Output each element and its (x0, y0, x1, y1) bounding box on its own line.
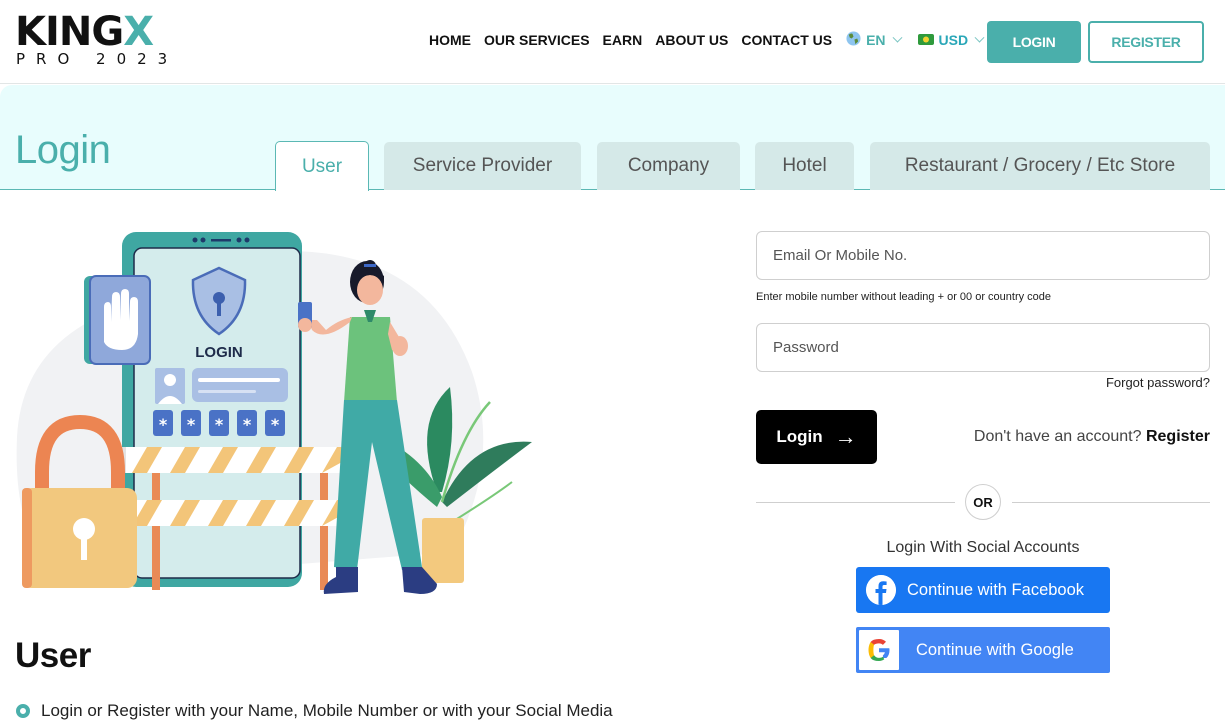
logo-tagline: PRO 2023 (16, 50, 179, 68)
svg-text:*: * (187, 415, 196, 434)
google-icon (859, 630, 899, 670)
svg-text:*: * (271, 415, 280, 434)
tab-hotel[interactable]: Hotel (755, 142, 854, 190)
logo-name: KING (15, 9, 124, 55)
tab-user[interactable]: User (275, 141, 369, 191)
social-login-title: Login With Social Accounts (886, 539, 1080, 556)
nav-our-services[interactable]: OUR SERVICES (484, 32, 590, 48)
forgot-password-link[interactable]: Forgot password? (1106, 375, 1210, 390)
svg-text:*: * (243, 415, 252, 434)
login-button-label: Login (776, 427, 823, 446)
logo-accent: X (123, 9, 154, 55)
google-login-button[interactable]: Continue with Google (856, 627, 1110, 673)
info-bullet: Login or Register with your Name, Mobile… (16, 701, 613, 721)
stop-hand-card (84, 275, 151, 365)
google-login-label: Continue with Google (916, 640, 1074, 659)
language-selector[interactable]: EN (846, 31, 902, 49)
tab-restaurant-grocery-store[interactable]: Restaurant / Grocery / Etc Store (870, 142, 1210, 190)
cash-icon (917, 32, 934, 48)
info-bullet-text: Login or Register with your Name, Mobile… (41, 701, 613, 720)
nav-about-us[interactable]: ABOUT US (655, 32, 728, 48)
user-section-title: User (15, 636, 91, 675)
no-account-prompt: Don't have an account? Register (974, 428, 1210, 446)
bullet-circle-icon (16, 704, 30, 718)
svg-text:*: * (159, 415, 168, 434)
globe-icon (846, 31, 861, 49)
email-hint: Enter mobile number without leading + or… (756, 291, 1052, 303)
arrow-right-icon: → (834, 424, 857, 449)
language-value: EN (866, 32, 886, 48)
chevron-down-icon (974, 32, 985, 43)
login-button[interactable]: Login → (756, 410, 877, 464)
facebook-icon (866, 575, 896, 605)
no-account-text: Don't have an account? (973, 428, 1142, 445)
divider-left (756, 502, 955, 503)
email-or-mobile-input[interactable] (756, 231, 1210, 280)
nav-home[interactable]: HOME (429, 32, 471, 48)
facebook-login-button[interactable]: Continue with Facebook (856, 567, 1110, 613)
header-login-button[interactable]: LOGIN (987, 21, 1081, 63)
facebook-login-label: Continue with Facebook (907, 580, 1085, 599)
screen-login-label: LOGIN (195, 344, 243, 361)
nav-contact-us[interactable]: CONTACT US (741, 32, 832, 48)
chevron-down-icon (892, 32, 902, 43)
tab-service-provider[interactable]: Service Provider (384, 142, 581, 190)
currency-value: USD (938, 32, 969, 48)
register-link[interactable]: Register (1146, 428, 1210, 445)
logo[interactable]: KINGX PRO 2023 (15, 12, 179, 68)
password-mask-boxes: * * * * * (153, 410, 285, 436)
svg-text:*: * (215, 415, 224, 434)
header-register-button[interactable]: REGISTER (1088, 21, 1204, 63)
nav-earn[interactable]: EARN (603, 32, 643, 48)
currency-selector[interactable]: USD (917, 32, 985, 48)
site-header: KINGX PRO 2023 HOME OUR SERVICES EARN AB… (0, 0, 1225, 84)
main-nav: HOME OUR SERVICES EARN ABOUT US CONTACT … (429, 31, 999, 49)
page-title: Login (15, 128, 111, 172)
password-input[interactable] (756, 323, 1210, 372)
tab-company[interactable]: Company (597, 142, 740, 190)
login-illustration: LOGIN * * * * * (12, 222, 540, 602)
divider-right (1012, 502, 1210, 503)
or-separator: OR (965, 484, 1001, 520)
